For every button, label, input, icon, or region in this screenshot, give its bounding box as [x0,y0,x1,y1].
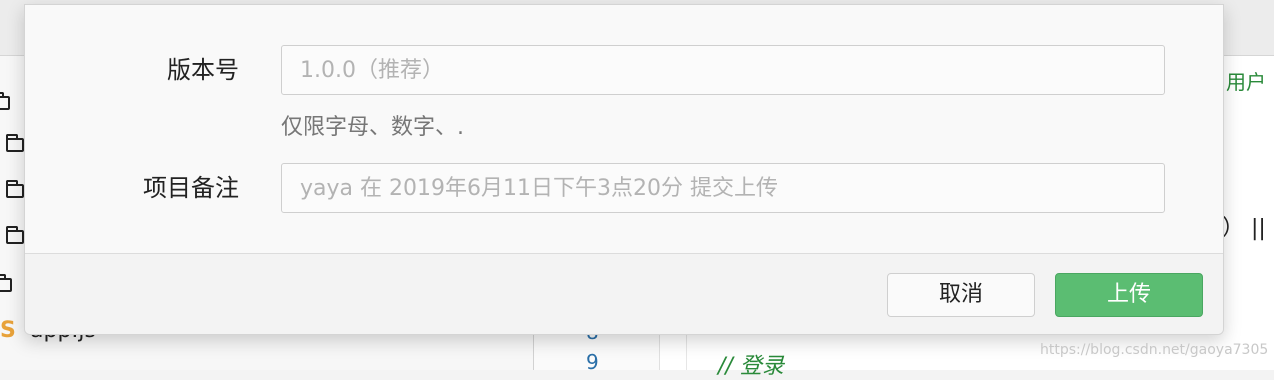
dialog-footer: 取消 上传 [25,254,1223,334]
version-hint: 仅限字母、数字、. [281,115,464,140]
remark-label: 项目备注 [143,174,239,202]
remark-row: 项目备注 [25,163,1225,213]
line-number: 9 [586,350,599,374]
remark-input[interactable] [281,163,1165,213]
js-file-icon: S [0,318,16,343]
version-input[interactable] [281,45,1165,95]
cancel-button[interactable]: 取消 [887,273,1035,317]
upload-dialog: 版本号 仅限字母、数字、. 项目备注 取消 上传 [24,4,1224,335]
code-text: 用户 [1226,70,1266,94]
watermark: https://blog.csdn.net/gaoya7305 [1040,342,1269,358]
file-icon[interactable] [0,274,12,292]
folder-icon[interactable] [6,180,24,198]
code-text: ） || [1222,216,1266,241]
folder-icon[interactable] [6,134,24,152]
version-label: 版本号 [167,56,239,84]
folder-open-icon [0,92,10,110]
version-row: 版本号 [25,45,1225,95]
upload-button[interactable]: 上传 [1055,273,1203,317]
folder-icon[interactable] [6,226,24,244]
code-comment: // 登录 [718,354,784,379]
